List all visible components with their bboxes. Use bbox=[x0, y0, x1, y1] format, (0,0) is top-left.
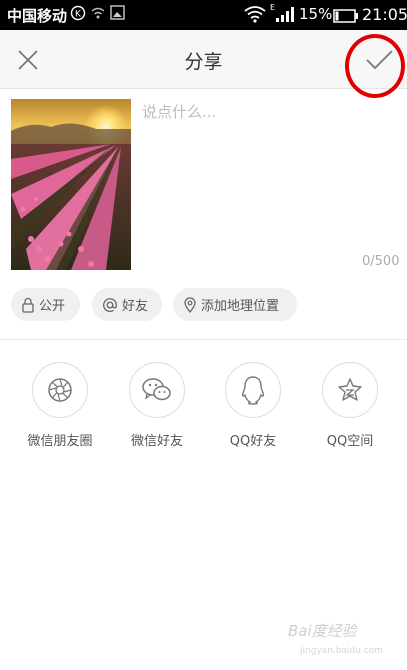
image-icon bbox=[110, 5, 125, 24]
top-bar: 分享 bbox=[0, 30, 407, 89]
check-icon bbox=[366, 50, 393, 70]
battery-icon bbox=[333, 8, 359, 27]
attached-photo[interactable] bbox=[11, 99, 131, 270]
signal-type-label: E bbox=[270, 3, 275, 12]
clock: 21:05 bbox=[362, 5, 407, 24]
status-bar: 中国移动 K E 15% 21:05 bbox=[0, 0, 407, 30]
privacy-chip[interactable]: 公开 bbox=[11, 288, 80, 321]
share-wechat-friend-label: 微信好友 bbox=[130, 434, 183, 449]
wifi-icon bbox=[244, 5, 266, 27]
carrier-name: 中国移动 bbox=[7, 7, 68, 25]
wechat-moments-icon bbox=[48, 378, 72, 402]
signal-icon: E bbox=[270, 2, 294, 28]
share-qq-friend-label: QQ好友 bbox=[229, 434, 277, 449]
mention-friends-chip-label: 好友 bbox=[122, 299, 149, 314]
confirm-button[interactable] bbox=[364, 46, 396, 74]
mention-friends-chip[interactable]: 好友 bbox=[92, 288, 162, 321]
location-icon bbox=[184, 296, 196, 313]
at-icon bbox=[103, 297, 117, 312]
share-qzone-button[interactable] bbox=[322, 362, 378, 418]
divider bbox=[0, 339, 407, 340]
watermark: Bai度经验 bbox=[288, 622, 357, 640]
page-title: 分享 bbox=[184, 51, 223, 73]
compose-input[interactable]: 说点什么... bbox=[142, 101, 216, 122]
share-wechat-moments-button[interactable] bbox=[32, 362, 88, 418]
lock-icon bbox=[22, 297, 34, 313]
qzone-icon bbox=[338, 378, 362, 401]
qq-icon bbox=[241, 376, 265, 405]
roaming-icon: K bbox=[70, 5, 86, 25]
add-location-chip[interactable]: 添加地理位置 bbox=[173, 288, 297, 321]
char-counter: 0/500 bbox=[362, 254, 400, 269]
add-location-chip-label: 添加地理位置 bbox=[201, 299, 280, 314]
share-wechat-friend-button[interactable] bbox=[129, 362, 185, 418]
wechat-icon bbox=[142, 378, 171, 401]
privacy-chip-label: 公开 bbox=[39, 299, 66, 314]
share-qq-friend-button[interactable] bbox=[225, 362, 281, 418]
watermark-url: jingyan.baidu.com bbox=[300, 646, 384, 656]
wifi-small-icon bbox=[90, 5, 106, 25]
share-wechat-moments-label: 微信朋友圈 bbox=[27, 434, 93, 449]
share-qzone-label: QQ空间 bbox=[326, 434, 374, 449]
battery-percent: 15% bbox=[299, 5, 333, 23]
